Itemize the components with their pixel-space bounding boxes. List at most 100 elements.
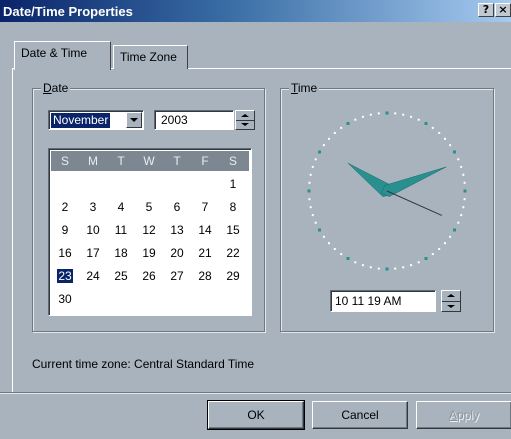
- calendar-day[interactable]: 18: [107, 244, 135, 263]
- minute-tick: [333, 248, 336, 250]
- minute-tick: [377, 112, 380, 115]
- calendar-day-number: 3: [89, 200, 97, 214]
- calendar-day-number: 7: [201, 200, 209, 214]
- minute-tick: [394, 112, 397, 115]
- calendar-day[interactable]: 4: [107, 198, 135, 217]
- calendar-day[interactable]: 30: [51, 290, 79, 309]
- calendar-day[interactable]: 19: [135, 244, 163, 263]
- tab-time-zone[interactable]: Time Zone: [113, 45, 188, 69]
- calendar-day[interactable]: 5: [135, 198, 163, 217]
- minute-tick: [361, 264, 364, 267]
- calendar-day[interactable]: 29: [219, 267, 247, 286]
- minute-tick: [460, 165, 463, 168]
- minute-tick: [311, 214, 314, 217]
- calendar-day[interactable]: 22: [219, 244, 247, 263]
- hour-tick: [463, 189, 467, 193]
- calendar-day[interactable]: 10: [79, 221, 107, 240]
- hour-tick: [318, 150, 321, 154]
- minute-tick: [328, 242, 330, 245]
- tab-date-time[interactable]: Date & Time: [14, 41, 111, 70]
- month-calendar[interactable]: SMTWTFS 1 2 3 4 5 6 7 8 9 10 11 12 13 14 15 16 17 18 19 20 2…: [48, 148, 252, 316]
- calendar-day[interactable]: 15: [219, 221, 247, 240]
- help-button[interactable]: ?: [478, 3, 494, 17]
- calendar-day[interactable]: 14: [191, 221, 219, 240]
- minute-tick: [457, 158, 460, 161]
- calendar-day-number: 5: [145, 200, 153, 214]
- calendar-day-number: 11: [114, 223, 128, 237]
- calendar-day-number: 26: [142, 269, 156, 283]
- calendar-day-number: 23: [57, 269, 73, 283]
- calendar-day-number: 14: [198, 223, 212, 237]
- calendar-day[interactable]: 27: [163, 267, 191, 286]
- minute-tick: [417, 261, 420, 264]
- calendar-day[interactable]: 3: [79, 198, 107, 217]
- calendar-day[interactable]: 7: [191, 198, 219, 217]
- minute-tick: [309, 173, 312, 176]
- minute-tick: [354, 261, 357, 264]
- ok-button[interactable]: OK: [207, 400, 305, 430]
- minute-tick: [314, 221, 317, 224]
- second-hand: [386, 190, 443, 216]
- calendar-day[interactable]: 13: [163, 221, 191, 240]
- calendar-day-number: 19: [142, 246, 156, 260]
- tab-date-time-label: Date & Time: [21, 46, 88, 60]
- calendar-day[interactable]: 20: [163, 244, 191, 263]
- calendar-day-number: 21: [198, 246, 212, 260]
- minute-tick: [340, 253, 343, 256]
- calendar-day[interactable]: 1: [219, 175, 247, 194]
- minute-tick: [449, 144, 452, 147]
- calendar-day-number: 15: [226, 223, 240, 237]
- calendar-day[interactable]: 6: [163, 198, 191, 217]
- title-bar: Date/Time Properties ? ×: [0, 0, 511, 22]
- calendar-day[interactable]: 16: [51, 244, 79, 263]
- calendar-day[interactable]: 12: [135, 221, 163, 240]
- calendar-day[interactable]: 17: [79, 244, 107, 263]
- calendar-day[interactable]: 2: [51, 198, 79, 217]
- chevron-down-icon[interactable]: [126, 112, 142, 128]
- calendar-day[interactable]: 25: [107, 267, 135, 286]
- minute-tick: [308, 181, 311, 184]
- weekday-header: SMTWTFS: [51, 151, 249, 171]
- year-spinner[interactable]: [235, 110, 255, 130]
- hour-tick: [346, 122, 350, 125]
- calendar-day-number: 16: [58, 246, 72, 260]
- time-group-label: Time: [289, 81, 320, 95]
- hour-tick: [318, 228, 321, 232]
- apply-button[interactable]: Apply: [416, 401, 511, 429]
- calendar-day[interactable]: 24: [79, 267, 107, 286]
- minute-tick: [322, 235, 325, 238]
- hour-tick: [346, 257, 350, 260]
- hour-tick: [453, 228, 456, 232]
- calendar-day-number: 6: [173, 200, 181, 214]
- calendar-day-number: 20: [170, 246, 184, 260]
- close-button[interactable]: ×: [495, 3, 511, 17]
- calendar-day-number: 8: [229, 200, 237, 214]
- calendar-day-number: 25: [114, 269, 128, 283]
- minute-tick: [463, 198, 466, 201]
- minute-tick: [402, 266, 405, 269]
- calendar-day[interactable]: 11: [107, 221, 135, 240]
- minute-tick: [462, 206, 465, 209]
- month-select[interactable]: November: [48, 110, 144, 130]
- weekday-label: S: [228, 154, 237, 168]
- weekday-label: T: [173, 154, 181, 168]
- calendar-day[interactable]: 26: [135, 267, 163, 286]
- hour-tick: [424, 257, 428, 260]
- cancel-button[interactable]: Cancel: [312, 401, 408, 429]
- minute-hand: [381, 166, 447, 197]
- calendar-day[interactable]: 8: [219, 198, 247, 217]
- calendar-day[interactable]: 23: [51, 267, 79, 286]
- minute-tick: [402, 113, 405, 116]
- calendar-day[interactable]: 21: [191, 244, 219, 263]
- weekday-label: T: [117, 154, 125, 168]
- calendar-day[interactable]: 28: [191, 267, 219, 286]
- minute-tick: [369, 266, 372, 269]
- calendar-day[interactable]: 9: [51, 221, 79, 240]
- year-field[interactable]: 2003: [154, 110, 234, 130]
- time-field[interactable]: 10 11 19 AM: [330, 290, 436, 312]
- calendar-day-number: 1: [229, 177, 237, 191]
- month-value: November: [51, 113, 111, 128]
- minute-tick: [354, 118, 357, 121]
- time-spinner[interactable]: [441, 290, 461, 312]
- minute-tick: [394, 267, 397, 270]
